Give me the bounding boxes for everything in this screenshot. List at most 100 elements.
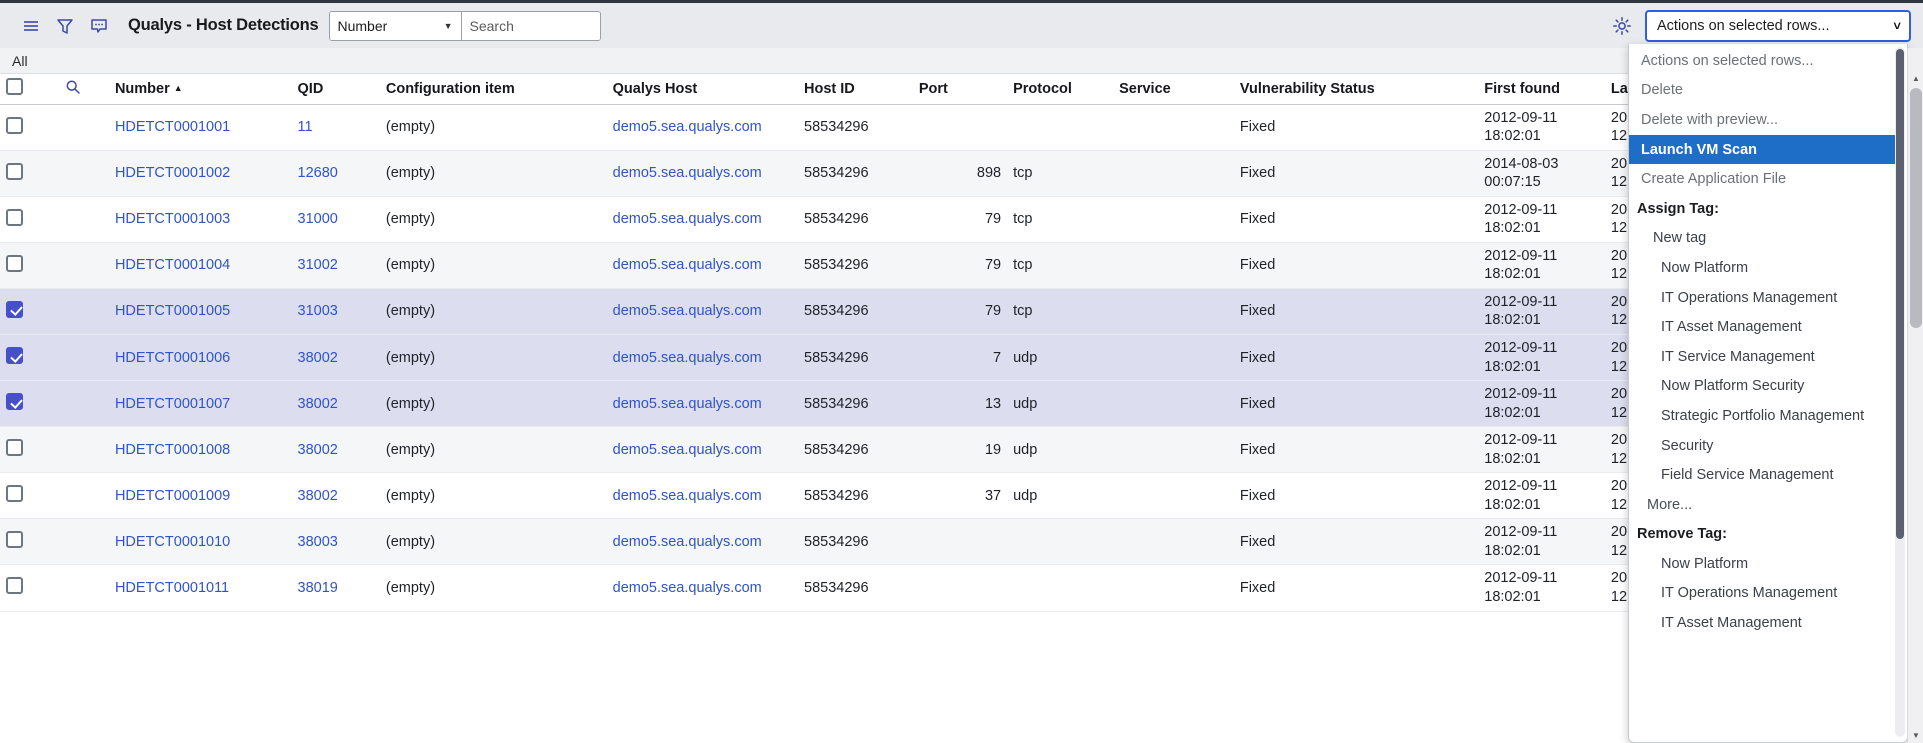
search-input[interactable] [461, 11, 600, 40]
qid-link[interactable]: 38002 [298, 396, 338, 412]
number-link[interactable]: HDETCT0001003 [115, 211, 230, 227]
column-header-port[interactable]: Port [912, 74, 1008, 105]
row-checkbox[interactable] [6, 577, 23, 595]
row-checkbox[interactable] [6, 162, 23, 180]
qualys-host-link[interactable]: demo5.sea.qualys.com [613, 165, 762, 181]
cell-first-found: 2012-09-11 18:02:01 [1478, 380, 1605, 428]
qualys-host-link[interactable]: demo5.sea.qualys.com [613, 442, 762, 458]
cell-host-id: 58534296 [798, 334, 913, 382]
qid-link[interactable]: 11 [298, 119, 313, 135]
menu-item[interactable]: Create Application File [1629, 164, 1904, 194]
qid-link[interactable]: 38003 [298, 534, 338, 550]
cell-first-found: 2012-09-11 18:02:01 [1478, 334, 1605, 382]
number-link[interactable]: HDETCT0001004 [115, 257, 230, 273]
row-checkbox[interactable] [6, 208, 23, 226]
menu-item[interactable]: IT Service Management [1629, 342, 1904, 372]
column-header-protocol[interactable]: Protocol [1007, 74, 1114, 105]
row-checkbox-cell [0, 150, 59, 197]
row-checkbox-cell [0, 426, 59, 474]
column-header-qualys-host[interactable]: Qualys Host [606, 74, 799, 105]
number-link[interactable]: HDETCT0001005 [115, 303, 230, 319]
qualys-host-link[interactable]: demo5.sea.qualys.com [613, 488, 762, 504]
qualys-host-link[interactable]: demo5.sea.qualys.com [613, 211, 762, 227]
menu-item[interactable]: More... [1629, 490, 1904, 520]
qualys-host-link[interactable]: demo5.sea.qualys.com [613, 257, 762, 273]
menu-item[interactable]: Delete with preview... [1629, 105, 1904, 135]
column-header-first-found[interactable]: First found [1478, 74, 1605, 105]
cell-service [1113, 518, 1234, 566]
cell-configuration-item: (empty) [379, 518, 607, 566]
comment-icon[interactable] [82, 9, 116, 43]
scroll-down-arrow-icon[interactable]: ▼ [1908, 727, 1923, 743]
scroll-up-arrow-icon[interactable]: ▲ [1908, 70, 1923, 86]
column-header-vulnerability-status[interactable]: Vulnerability Status [1233, 74, 1479, 105]
hamburger-icon[interactable] [14, 9, 48, 43]
menu-item[interactable]: Now Platform [1629, 253, 1904, 283]
menu-scrollbar-track[interactable] [1895, 47, 1905, 737]
row-checkbox[interactable] [6, 393, 23, 411]
menu-item[interactable]: Security [1629, 431, 1904, 461]
menu-item[interactable]: Strategic Portfolio Management [1629, 401, 1904, 431]
number-link[interactable]: HDETCT0001002 [115, 165, 230, 181]
number-link[interactable]: HDETCT0001008 [115, 442, 230, 458]
search-field-select-wrap: Number ▼ [329, 11, 462, 40]
qualys-host-link[interactable]: demo5.sea.qualys.com [613, 119, 762, 135]
qualys-host-link[interactable]: demo5.sea.qualys.com [613, 396, 762, 412]
menu-item[interactable]: Actions on selected rows... [1629, 46, 1904, 76]
breadcrumb-label[interactable]: All [12, 53, 28, 69]
qualys-host-link[interactable]: demo5.sea.qualys.com [613, 580, 762, 596]
column-header-qid[interactable]: QID [291, 74, 380, 105]
row-checkbox[interactable] [6, 116, 23, 134]
search-field-select[interactable]: Number [329, 11, 462, 40]
menu-item[interactable]: IT Asset Management [1629, 312, 1904, 342]
number-link[interactable]: HDETCT0001009 [115, 488, 230, 504]
cell-qid: 38002 [291, 380, 380, 428]
qid-link[interactable]: 38019 [298, 580, 338, 596]
menu-item[interactable]: IT Operations Management [1629, 283, 1904, 313]
number-link[interactable]: HDETCT0001001 [115, 119, 230, 135]
cell-service [1113, 104, 1234, 151]
column-header-number[interactable]: Number ▲ [108, 74, 292, 105]
qid-link[interactable]: 31003 [298, 303, 338, 319]
cell-configuration-item: (empty) [379, 472, 607, 520]
qid-link[interactable]: 12680 [298, 165, 338, 181]
qualys-host-link[interactable]: demo5.sea.qualys.com [613, 534, 762, 550]
menu-item[interactable]: Delete [1629, 76, 1904, 106]
column-header-service[interactable]: Service [1113, 74, 1234, 105]
number-link[interactable]: HDETCT0001010 [115, 534, 230, 550]
qid-link[interactable]: 31000 [298, 211, 338, 227]
row-checkbox[interactable] [6, 531, 23, 549]
qid-link[interactable]: 38002 [298, 442, 338, 458]
qid-link[interactable]: 38002 [298, 488, 338, 504]
cell-qualys-host: demo5.sea.qualys.com [606, 472, 799, 520]
menu-item[interactable]: Field Service Management [1629, 460, 1904, 490]
actions-on-selected-rows-select[interactable]: Actions on selected rows... [1645, 10, 1911, 42]
qid-link[interactable]: 38002 [298, 350, 338, 366]
menu-item[interactable]: Launch VM Scan [1629, 134, 1904, 165]
row-checkbox[interactable] [6, 439, 23, 457]
page-scrollbar-thumb[interactable] [1910, 88, 1922, 328]
filter-funnel-icon[interactable] [48, 9, 82, 43]
column-header-host-id[interactable]: Host ID [798, 74, 913, 105]
qualys-host-link[interactable]: demo5.sea.qualys.com [613, 350, 762, 366]
search-icon[interactable] [65, 80, 81, 99]
menu-item[interactable]: New tag [1629, 224, 1904, 254]
gear-icon[interactable] [1609, 13, 1635, 39]
menu-item[interactable]: IT Operations Management [1629, 579, 1904, 609]
number-link[interactable]: HDETCT0001007 [115, 396, 230, 412]
row-checkbox[interactable] [6, 347, 23, 365]
menu-item[interactable]: IT Asset Management [1629, 608, 1904, 638]
row-checkbox[interactable] [6, 300, 23, 318]
select-all-checkbox[interactable] [6, 78, 23, 96]
menu-scrollbar-thumb[interactable] [1896, 49, 1904, 539]
row-checkbox[interactable] [6, 254, 23, 272]
menu-item[interactable]: Now Platform Security [1629, 372, 1904, 402]
number-link[interactable]: HDETCT0001011 [115, 580, 229, 596]
column-header-configuration-item[interactable]: Configuration item [379, 74, 607, 105]
qid-link[interactable]: 31002 [298, 257, 338, 273]
menu-item[interactable]: Now Platform [1629, 549, 1904, 579]
qualys-host-link[interactable]: demo5.sea.qualys.com [613, 303, 762, 319]
number-link[interactable]: HDETCT0001006 [115, 350, 230, 366]
page-scrollbar[interactable]: ▲ ▼ [1907, 48, 1923, 743]
row-checkbox[interactable] [6, 485, 23, 503]
